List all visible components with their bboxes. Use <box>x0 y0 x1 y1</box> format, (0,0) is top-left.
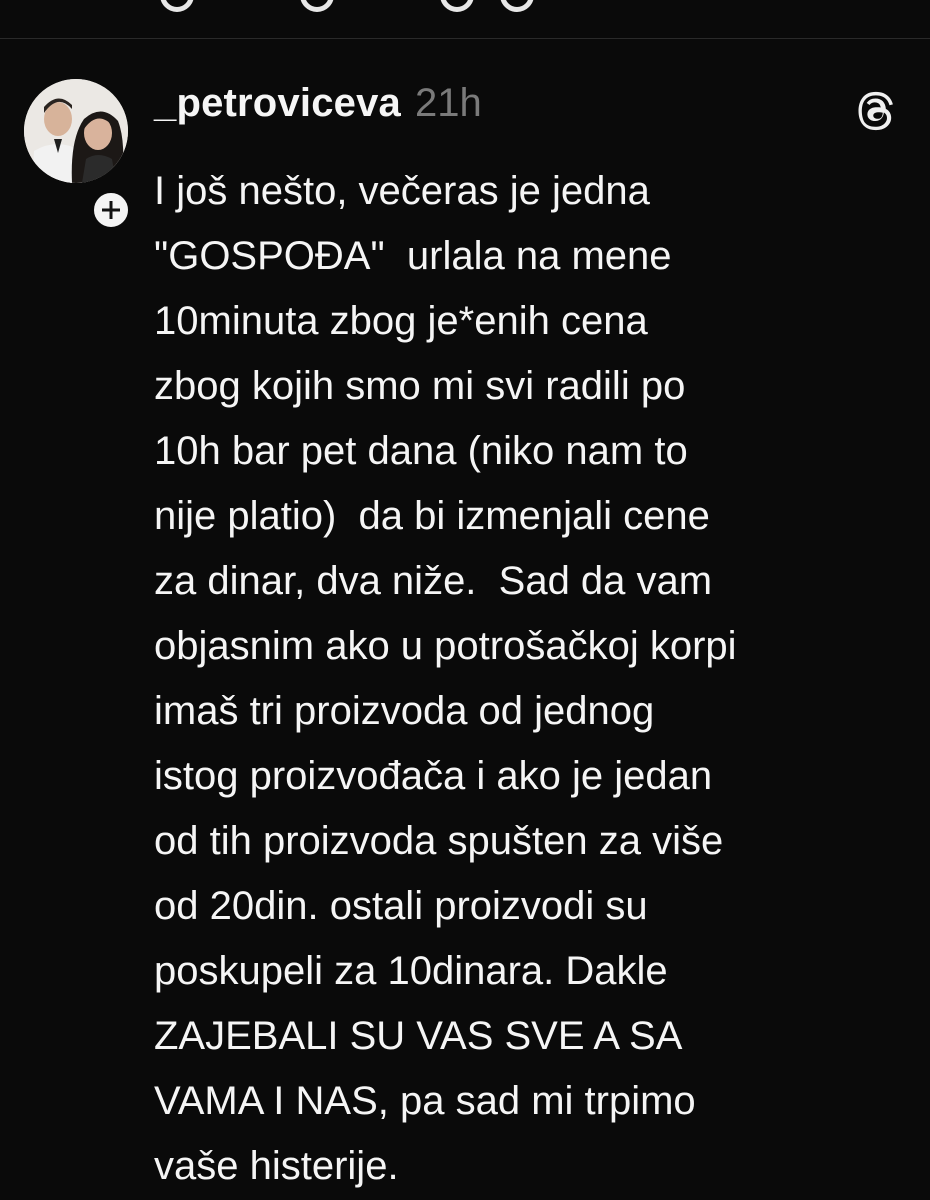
post-header: _petroviceva 21h <box>154 81 482 133</box>
post-text-line: istog proizvođača i ako je jedan <box>154 754 713 798</box>
post-text-line: nije platio) da bi izmenjali cene <box>154 494 710 538</box>
post-body: I još nešto, večeras je jedna "GOSPOĐA" u… <box>154 159 914 1199</box>
avatar-container[interactable] <box>24 79 134 231</box>
post-text-line: za dinar, dva niže. Sad da vam <box>154 559 713 603</box>
plus-icon <box>102 201 120 219</box>
partial-icon-3[interactable] <box>440 0 474 12</box>
post-text-line: ZAJEBALI SU VAS SVE A SA <box>154 1014 683 1058</box>
thread-post: _petroviceva 21h I još nešto, večeras je… <box>0 39 930 1200</box>
follow-button[interactable] <box>90 189 132 231</box>
partial-icon-4[interactable] <box>500 0 534 12</box>
partial-icon-1[interactable] <box>160 0 194 12</box>
timestamp: 21h <box>415 81 482 125</box>
post-text-line: VAMA I NAS, pa sad mi trpimo <box>154 1079 696 1123</box>
avatar[interactable] <box>24 79 128 183</box>
username[interactable]: _petroviceva <box>154 81 401 126</box>
post-text-line: imaš tri proizvoda od jednog <box>154 689 655 733</box>
post-text-line: od tih proizvoda spušten za više <box>154 819 724 863</box>
post-text-line: objasnim ako u potrošačkoj korpi <box>154 624 737 668</box>
avatar-image <box>24 79 128 183</box>
post-text-line: 10minuta zbog je*enih cena <box>154 299 648 343</box>
partial-icon-2[interactable] <box>300 0 334 12</box>
post-text-line: poskupeli za 10dinara. Dakle <box>154 949 668 993</box>
post-text-line: zbog kojih smo mi svi radili po <box>154 364 686 408</box>
threads-logo-icon[interactable] <box>858 91 898 131</box>
post-text-line: 10h bar pet dana (niko nam to <box>154 429 688 473</box>
post-text-line: "GOSPOĐA" urlala na mene <box>154 234 672 278</box>
post-text-line: vaše histerije. <box>154 1144 399 1188</box>
post-text-line: I još nešto, večeras je jedna <box>154 169 650 213</box>
top-action-bar-partial <box>0 0 930 38</box>
post-text-line: od 20din. ostali proizvodi su <box>154 884 648 928</box>
